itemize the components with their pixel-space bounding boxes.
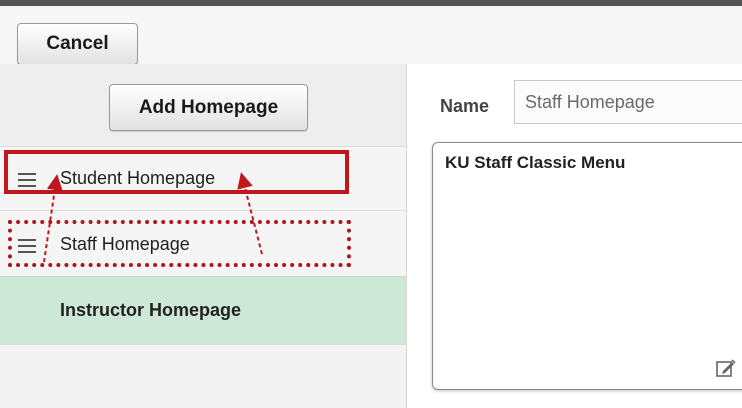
tile-box[interactable]: KU Staff Classic Menu [432,142,742,390]
highlight-box-dotted [8,220,351,267]
highlight-box-solid [4,150,349,194]
name-label: Name [440,96,490,116]
edit-icon[interactable] [715,357,737,379]
add-homepage-button[interactable]: Add Homepage [109,84,308,131]
name-input[interactable] [514,80,742,124]
toolbar: Cancel [0,6,742,65]
list-empty-row [0,344,406,408]
list-item-label: Instructor Homepage [60,300,242,320]
cancel-button[interactable]: Cancel [17,23,138,65]
tile-title: KU Staff Classic Menu [445,153,626,172]
add-homepage-area: Add Homepage [0,64,406,146]
list-item-instructor-homepage[interactable]: Instructor Homepage [0,276,406,344]
